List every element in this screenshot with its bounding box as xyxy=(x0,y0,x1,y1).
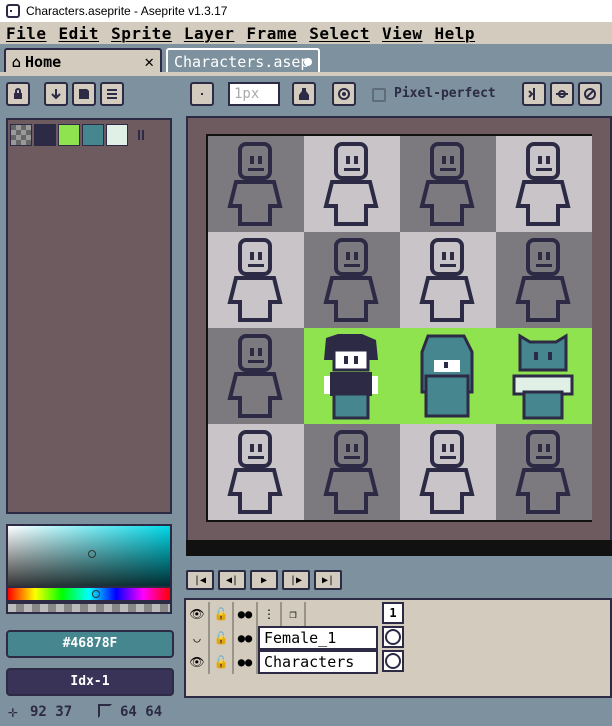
palette-index-field[interactable]: Idx-1 xyxy=(6,668,174,696)
ghost-sprite-cell[interactable] xyxy=(400,232,496,328)
ghost-sprite-cell[interactable] xyxy=(304,424,400,520)
padlock-icon[interactable]: 🔓 xyxy=(210,626,234,650)
padlock-icon[interactable]: 🔓 xyxy=(210,650,234,674)
menu-layer[interactable]: Layer xyxy=(184,24,235,43)
character-sprite-cell[interactable] xyxy=(400,328,496,424)
animation-controls: |◀ ◀| ▶ |▶ ▶| xyxy=(186,568,612,594)
sort-down-icon[interactable] xyxy=(44,82,68,106)
padlock-icon[interactable]: 🔓 xyxy=(210,602,234,626)
palette-swatch-transparent[interactable] xyxy=(10,124,32,146)
palette-swatch-1[interactable] xyxy=(34,124,56,146)
tab-characters[interactable]: Characters.asep xyxy=(166,48,320,74)
palette-swatch-2[interactable] xyxy=(58,124,80,146)
eye-icon[interactable]: 👁 xyxy=(186,650,210,674)
no-symmetry-icon[interactable] xyxy=(578,82,602,106)
ghost-sprite-cell[interactable] xyxy=(208,136,304,232)
sprite-size: 64 64 xyxy=(120,704,163,720)
opacity-spiral-icon[interactable] xyxy=(332,82,356,106)
palette-menu-icon[interactable] xyxy=(100,82,124,106)
menu-file[interactable]: File xyxy=(6,24,47,43)
ghost-sprite-cell[interactable] xyxy=(496,136,592,232)
context-toolbar: 1px Pixel-perfect xyxy=(0,76,612,114)
new-layer-icon[interactable]: ❐ xyxy=(282,602,306,626)
first-frame-button[interactable]: |◀ xyxy=(186,570,214,590)
canvas-area[interactable] xyxy=(186,116,612,556)
timeline: 👁 🔓 ●● ⋮ ❐ 1 ◡ 🔓 ●● Female_1 👁 🔓 ●● Char… xyxy=(184,598,612,698)
hidden-eye-icon[interactable]: ◡ xyxy=(186,626,210,650)
pixel-perfect-label: Pixel-perfect xyxy=(394,86,496,101)
tab-characters-label: Characters.asep xyxy=(174,53,310,71)
sprite-size-icon xyxy=(98,704,112,718)
last-frame-button[interactable]: ▶| xyxy=(314,570,342,590)
hex-color-field[interactable]: #46878F xyxy=(6,630,174,658)
frame-number[interactable]: 1 xyxy=(382,602,404,624)
lock-icon[interactable] xyxy=(6,82,30,106)
character-sprite-cell[interactable] xyxy=(304,328,400,424)
title-bar: Characters.aseprite - Aseprite v1.3.17 xyxy=(0,0,612,22)
next-frame-button[interactable]: |▶ xyxy=(282,570,310,590)
previous-frame-button[interactable]: ◀| xyxy=(218,570,246,590)
symmetry-x-icon[interactable] xyxy=(522,82,546,106)
aseprite-logo-icon xyxy=(6,4,20,18)
layer-name[interactable]: Female_1 xyxy=(258,626,378,650)
menu-frame[interactable]: Frame xyxy=(247,24,298,43)
tab-home-label: Home xyxy=(25,53,62,71)
layer-tree-icon[interactable]: ⋮ xyxy=(258,602,282,626)
palette-resize-handle[interactable] xyxy=(138,130,144,140)
character-sprite-cell[interactable] xyxy=(496,328,592,424)
sprite-canvas[interactable] xyxy=(206,134,592,522)
menu-bar: File Edit Sprite Layer Frame Select View… xyxy=(0,22,612,44)
tab-home[interactable]: ⌂ Home ✕ xyxy=(4,48,162,74)
save-palette-icon[interactable] xyxy=(72,82,96,106)
sprite-grid[interactable] xyxy=(208,136,592,520)
frame-cel[interactable] xyxy=(382,626,404,648)
tab-strip: ⌂ Home ✕ Characters.asep xyxy=(0,44,612,74)
play-button[interactable]: ▶ xyxy=(250,570,278,590)
home-icon: ⌂ xyxy=(12,53,22,71)
ghost-sprite-cell[interactable] xyxy=(208,328,304,424)
ghost-sprite-cell[interactable] xyxy=(400,424,496,520)
ghost-sprite-cell[interactable] xyxy=(208,232,304,328)
menu-edit[interactable]: Edit xyxy=(59,24,100,43)
status-bar: ✛ 92 37 64 64 xyxy=(0,700,612,726)
layer-row-characters[interactable]: 👁 🔓 ●● Characters xyxy=(186,650,378,674)
layer-name[interactable]: Characters xyxy=(258,650,378,674)
hue-cursor[interactable] xyxy=(92,590,100,598)
palette-swatch-4[interactable] xyxy=(106,124,128,146)
ghost-sprite-cell[interactable] xyxy=(208,424,304,520)
timeline-header: 👁 🔓 ●● ⋮ ❐ xyxy=(186,602,306,626)
crosshair-icon: ✛ xyxy=(8,702,18,721)
pixel-perfect-checkbox[interactable] xyxy=(372,88,386,102)
hue-slider[interactable] xyxy=(6,586,172,602)
symmetry-y-icon[interactable] xyxy=(550,82,574,106)
frame-cel[interactable] xyxy=(382,650,404,672)
menu-select[interactable]: Select xyxy=(309,24,370,43)
spectrum-cursor[interactable] xyxy=(88,550,96,558)
close-icon[interactable]: ✕ xyxy=(144,52,154,71)
menu-sprite[interactable]: Sprite xyxy=(111,24,172,43)
left-panel: #46878F Idx-1 xyxy=(0,114,182,726)
eye-icon[interactable]: 👁 xyxy=(186,602,210,626)
continuous-icon[interactable]: ●● xyxy=(234,602,258,626)
modified-dot-icon[interactable] xyxy=(304,58,312,66)
window-title: Characters.aseprite - Aseprite v1.3.17 xyxy=(26,4,228,18)
ghost-sprite-cell[interactable] xyxy=(496,424,592,520)
continuous-icon[interactable]: ●● xyxy=(234,650,258,674)
continuous-icon[interactable]: ●● xyxy=(234,626,258,650)
brush-size-field[interactable]: 1px xyxy=(228,82,280,106)
cursor-position: 92 37 xyxy=(30,704,73,720)
alpha-slider[interactable] xyxy=(6,602,172,614)
menu-help[interactable]: Help xyxy=(435,24,476,43)
ghost-sprite-cell[interactable] xyxy=(400,136,496,232)
ink-bottle-icon[interactable] xyxy=(292,82,316,106)
menu-view[interactable]: View xyxy=(382,24,423,43)
ghost-sprite-cell[interactable] xyxy=(304,232,400,328)
palette-swatch-3[interactable] xyxy=(82,124,104,146)
layer-row-female-1[interactable]: ◡ 🔓 ●● Female_1 xyxy=(186,626,378,650)
palette-panel xyxy=(6,118,172,514)
ghost-sprite-cell[interactable] xyxy=(304,136,400,232)
brush-shape-icon[interactable] xyxy=(190,82,214,106)
canvas-horizontal-scrollbar[interactable] xyxy=(186,540,612,556)
ghost-sprite-cell[interactable] xyxy=(496,232,592,328)
